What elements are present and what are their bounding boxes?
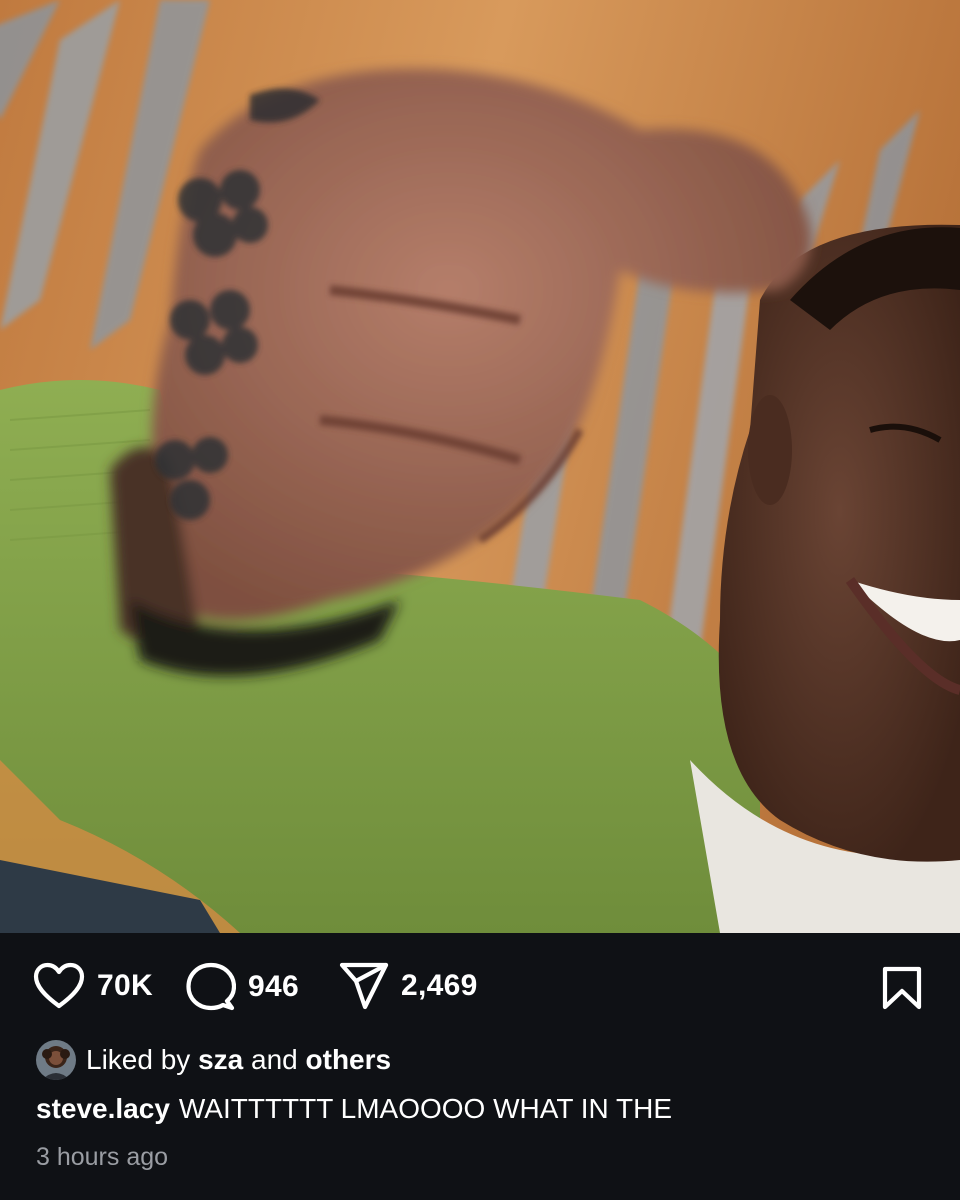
share-button[interactable]: 2,469 bbox=[339, 962, 478, 1010]
comment-count[interactable]: 946 bbox=[248, 972, 299, 1002]
heart-icon[interactable] bbox=[33, 962, 85, 1010]
like-count[interactable]: 70K bbox=[97, 971, 153, 1001]
liked-by-user-link[interactable]: sza bbox=[198, 1040, 243, 1080]
post-timestamp: 3 hours ago bbox=[36, 1143, 169, 1171]
bookmark-icon[interactable] bbox=[882, 966, 922, 1014]
comment-button[interactable]: 946 bbox=[186, 962, 299, 1012]
caption-username-link[interactable]: steve.lacy bbox=[36, 1093, 170, 1124]
liked-by-conjunction: and bbox=[251, 1044, 298, 1075]
liked-by-others-link[interactable]: others bbox=[306, 1040, 392, 1080]
save-button[interactable] bbox=[882, 966, 922, 1015]
like-button[interactable]: 70K bbox=[33, 962, 153, 1010]
photo-illustration bbox=[0, 0, 960, 933]
post-caption: steve.lacy WAITTTTTT LMAOOOO WHAT IN THE bbox=[36, 1090, 672, 1128]
caption-text: WAITTTTTT LMAOOOO WHAT IN THE bbox=[178, 1093, 672, 1124]
post-photo[interactable] bbox=[0, 0, 960, 933]
paper-plane-icon[interactable] bbox=[339, 962, 389, 1010]
avatar[interactable] bbox=[36, 1040, 76, 1080]
liked-by-prefix: Liked by bbox=[86, 1044, 191, 1075]
liked-by-row: Liked by sza and others bbox=[36, 1040, 391, 1080]
comment-bubble-icon[interactable] bbox=[186, 962, 236, 1012]
share-count[interactable]: 2,469 bbox=[401, 971, 478, 1001]
